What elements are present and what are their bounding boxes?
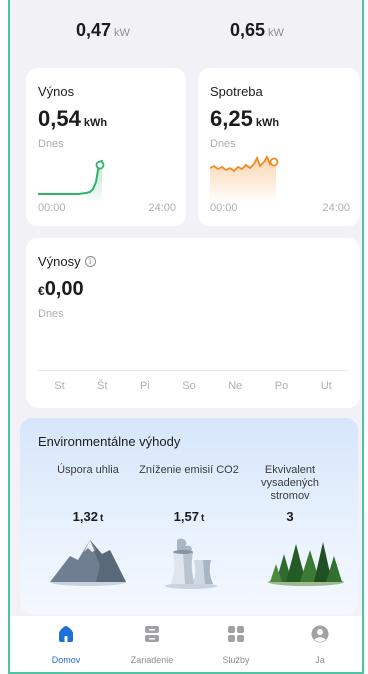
consumption-axis-end: 24:00 [322, 202, 350, 214]
yield-axis-start: 00:00 [38, 202, 66, 214]
home-icon [59, 626, 73, 642]
consumption-card[interactable]: Spotreba 6,25 kWh Dnes 00:00 24:00 [198, 68, 360, 226]
revenue-title-row: Výnosy i [38, 254, 96, 269]
coal-saving-value: 1,32 t [38, 509, 138, 524]
pv-power-value: 0,47 [76, 20, 112, 40]
day-label: Pi [140, 380, 150, 392]
day-label: Ne [228, 380, 243, 392]
coal-saving: Úspora uhlia 1,32 t [38, 464, 138, 524]
tab-home-label: Domov [51, 655, 81, 665]
consumption-axis-start: 00:00 [210, 202, 238, 214]
revenue-value: €0,00 [38, 278, 84, 301]
trees-equivalent-label: Ekvivalent vysadených stromov [260, 464, 320, 502]
yield-value: 0,54 kWh [38, 106, 107, 132]
pv-power-unit: kW [114, 27, 130, 39]
tab-services-label: Služby [222, 655, 250, 665]
tab-me-label: Ja [315, 655, 325, 665]
current-pv-power: 0,47 kW [76, 20, 130, 41]
revenue-period: Dnes [38, 308, 64, 320]
coal-saving-label: Úspora uhlia [57, 464, 119, 476]
tab-home[interactable]: Domov [26, 624, 106, 665]
revenue-title: Výnosy [38, 254, 81, 269]
day-label: So [182, 380, 196, 392]
app-frame: 0,47 kW 0,65 kW Výnos 0,54 kWh Dnes 00:00 2… [8, 0, 364, 674]
revenue-day-axis: St Št Pi So Ne Po Ut [38, 380, 348, 392]
consumption-unit: kWh [255, 117, 280, 129]
yield-period: Dnes [38, 138, 64, 150]
co2-reduction: Zníženie emisií CO2 1,57 t [139, 464, 239, 524]
yield-title: Výnos [38, 84, 75, 99]
cooling-tower-icon [165, 538, 217, 589]
consumption-area [210, 157, 276, 200]
consumption-period: Dnes [210, 138, 236, 150]
consumption-number: 6,25 [210, 106, 253, 131]
device-icon [145, 626, 159, 642]
co2-reduction-value: 1,57 t [139, 509, 239, 524]
yield-line [38, 159, 103, 195]
consumption-title: Spotreba [210, 84, 263, 99]
forest-icon [268, 542, 344, 586]
revenue-number: 0,00 [44, 278, 84, 300]
day-label: Ut [320, 380, 332, 392]
load-power-value: 0,65 [230, 20, 266, 40]
bottom-tab-bar: Domov Zariadenie Služby Ja [10, 616, 362, 672]
yield-number: 0,54 [38, 106, 81, 131]
revenue-card[interactable]: Výnosy i €0,00 Dnes St Št Pi So Ne Po Ut [26, 238, 360, 408]
consumption-sparkline [210, 155, 279, 200]
yield-unit: kWh [83, 117, 108, 129]
co2-reduction-label: Zníženie emisií CO2 [139, 464, 239, 476]
tab-device[interactable]: Zariadenie [112, 624, 192, 665]
day-label: St [54, 380, 65, 392]
co2-reduction-unit: t [200, 513, 205, 524]
tab-services[interactable]: Služby [196, 624, 276, 665]
trees-equivalent-number: 3 [286, 509, 294, 524]
trees-equivalent: Ekvivalent vysadených stromov 3 [240, 464, 340, 524]
power-summary: 0,47 kW 0,65 kW [10, 0, 362, 48]
tab-device-label: Zariadenie [130, 655, 174, 665]
coal-saving-number: 1,32 [72, 509, 98, 524]
profile-icon [311, 625, 329, 643]
revenue-currency: € [38, 284, 45, 298]
consumption-value: 6,25 kWh [210, 106, 279, 132]
day-label: Št [97, 380, 108, 392]
info-icon[interactable]: i [84, 256, 96, 267]
load-power-unit: kW [268, 27, 284, 39]
yield-point [95, 160, 105, 170]
current-load-power: 0,65 kW [230, 20, 284, 41]
tab-me[interactable]: Ja [280, 624, 360, 665]
yield-card[interactable]: Výnos 0,54 kWh Dnes 00:00 24:00 [26, 68, 186, 226]
co2-reduction-number: 1,57 [173, 509, 199, 524]
yield-axis-end: 24:00 [148, 202, 176, 214]
environment-title: Environmentálne výhody [38, 434, 181, 449]
consumption-point [269, 157, 279, 167]
trees-equivalent-value: 3 [240, 509, 340, 524]
revenue-chart-baseline [38, 370, 348, 371]
services-grid-icon [228, 626, 244, 642]
environmental-benefits-card[interactable]: Environmentálne výhody Úspora uhlia 1,32… [20, 418, 358, 614]
coal-saving-unit: t [99, 513, 104, 524]
coal-mountain-icon [50, 540, 126, 586]
day-label: Po [274, 380, 289, 392]
yield-sparkline [38, 159, 105, 200]
